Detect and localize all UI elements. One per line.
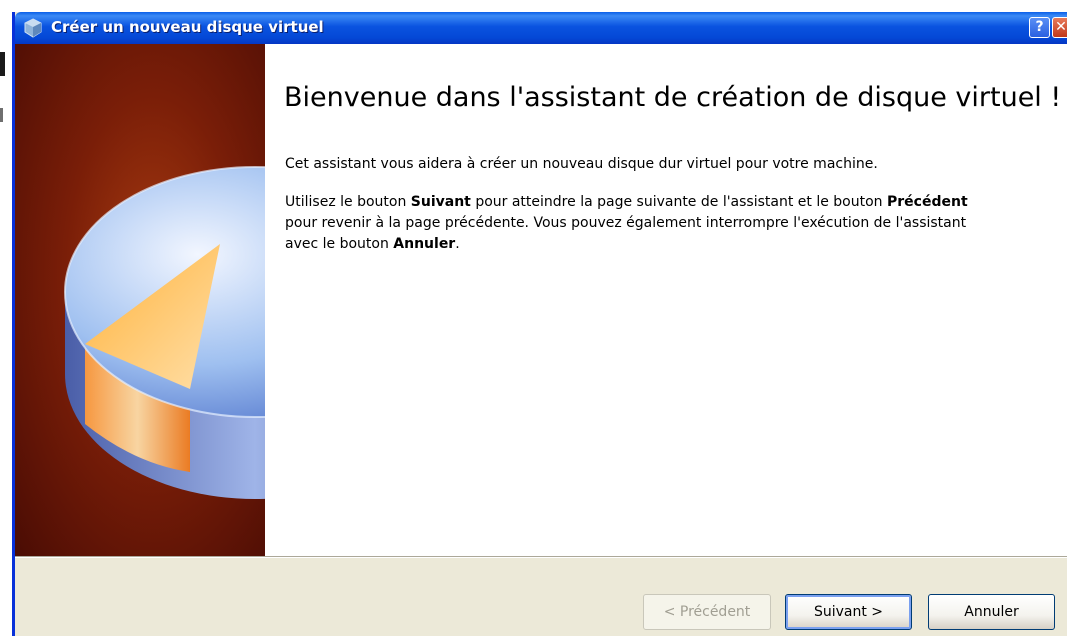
instructions-previous-keyword: Précédent [887,194,968,210]
previous-button[interactable]: < Précédent [643,594,771,630]
wizard-window: Créer un nouveau disque virtuel ? ✕ Bien… [12,12,1067,636]
desktop-fragment [0,108,3,122]
next-button[interactable]: Suivant > [785,594,912,630]
disk-pie-icon [64,166,265,499]
instructions-part: pour revenir à la page précédente. Vous … [285,215,967,252]
instructions-part: pour atteindre la page suivante de l'ass… [470,194,887,210]
instructions-next-keyword: Suivant [410,194,471,210]
close-button[interactable]: ✕ [1052,17,1067,38]
help-button[interactable]: ? [1029,17,1050,38]
instructions-text: Utilisez le bouton Suivant pour atteindr… [285,192,995,255]
virtualbox-cube-icon [24,18,42,38]
instructions-part: . [455,236,460,252]
desktop-left-edge [0,12,12,636]
wizard-body: Bienvenue dans l'assistant de création d… [273,44,1067,556]
instructions-part: Utilisez le bouton [285,194,411,210]
instructions-cancel-keyword: Annuler [393,236,456,252]
wizard-content: Bienvenue dans l'assistant de création d… [15,44,1067,556]
intro-text: Cet assistant vous aidera à créer un nou… [285,156,878,172]
cancel-button[interactable]: Annuler [928,594,1055,630]
desktop-fragment [0,52,5,76]
desktop-background [0,0,1067,12]
side-banner [15,44,265,556]
button-bar: < Précédent Suivant > Annuler [15,558,1067,636]
wizard-heading: Bienvenue dans l'assistant de création d… [284,82,1062,113]
title-bar[interactable]: Créer un nouveau disque virtuel ? ✕ [15,12,1067,44]
window-title: Créer un nouveau disque virtuel [51,18,324,36]
